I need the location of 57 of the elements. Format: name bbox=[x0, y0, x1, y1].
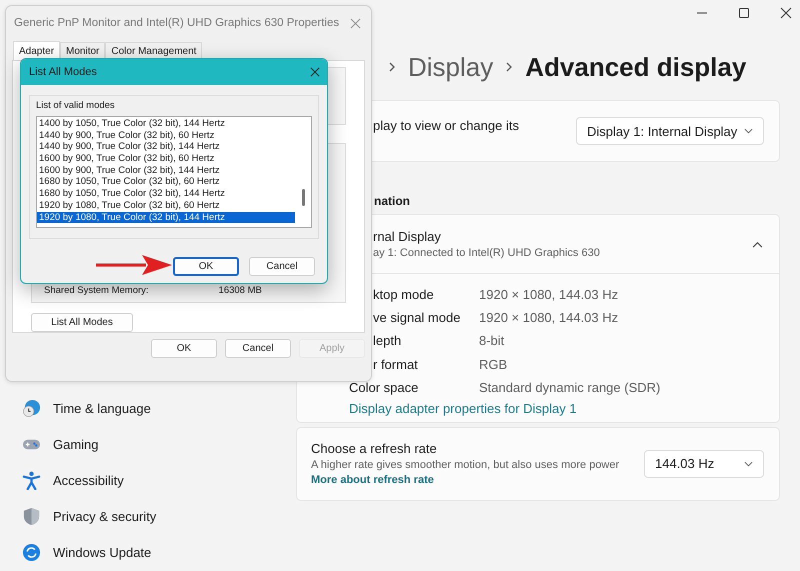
memory-label: Shared System Memory: bbox=[44, 285, 149, 296]
refresh-rate-dropdown[interactable]: 144.03 Hz bbox=[644, 450, 764, 478]
mode-item[interactable]: 1600 by 900, True Color (32 bit), 144 Hertz bbox=[37, 164, 295, 176]
refresh-rate-title: Choose a refresh rate bbox=[311, 441, 437, 456]
adapter-properties-link[interactable]: Display adapter properties for Display 1 bbox=[349, 400, 577, 416]
close-icon[interactable] bbox=[310, 67, 320, 77]
chevron-right-icon bbox=[388, 61, 396, 73]
page-title: Advanced display bbox=[525, 52, 746, 82]
mode-item[interactable]: 1920 by 1080, True Color (32 bit), 60 Hertz bbox=[37, 200, 295, 212]
close-icon[interactable] bbox=[780, 7, 792, 19]
info-value: 1920 × 1080, 144.03 Hz bbox=[479, 310, 618, 326]
info-label: r format bbox=[372, 356, 419, 372]
display-dropdown[interactable]: Display 1: Internal Display bbox=[576, 117, 764, 145]
chevron-down-icon bbox=[744, 460, 753, 467]
sidebar-item[interactable]: Privacy & security bbox=[22, 506, 212, 526]
maximize-icon[interactable] bbox=[738, 7, 750, 19]
sidebar-item[interactable]: Time & language bbox=[22, 398, 212, 418]
mode-item[interactable]: 1440 by 900, True Color (32 bit), 60 Hertz bbox=[37, 130, 295, 142]
info-value: RGB bbox=[479, 356, 508, 372]
info-value: 1920 × 1080, 144.03 Hz bbox=[479, 287, 618, 302]
mode-item[interactable]: 1400 by 1050, True Color (32 bit), 144 Hertz bbox=[37, 118, 295, 130]
mode-item[interactable]: 1920 by 1080, True Color (32 bit), 144 Hertz bbox=[37, 212, 295, 224]
dialog-button[interactable]: Cancel bbox=[249, 257, 315, 276]
breadcrumb-link[interactable]: Display bbox=[408, 52, 494, 82]
person-icon bbox=[22, 470, 41, 490]
list-all-modes-button[interactable]: List All Modes bbox=[31, 313, 133, 332]
info-label: ve signal mode bbox=[372, 310, 462, 326]
dialog-button[interactable]: OK bbox=[151, 339, 217, 358]
chevron-right-icon bbox=[505, 61, 514, 73]
dialog-title: List All Modes bbox=[29, 66, 97, 78]
group-label: List of valid modes bbox=[36, 100, 115, 111]
globe-clock-icon bbox=[22, 398, 41, 418]
mode-item[interactable]: 1680 by 1050, True Color (32 bit), 60 Hertz bbox=[37, 176, 295, 188]
mode-item[interactable]: 1680 by 1050, True Color (32 bit), 144 Hertz bbox=[37, 188, 295, 200]
shield-icon bbox=[22, 506, 41, 526]
select-display-text: play to view or change its bbox=[373, 118, 519, 132]
mode-item[interactable]: 1440 by 900, True Color (32 bit), 144 Hertz bbox=[37, 141, 295, 154]
sidebar-item[interactable]: Accessibility bbox=[22, 470, 212, 490]
scrollbar-thumb[interactable] bbox=[302, 189, 305, 206]
info-value: 8-bit bbox=[479, 333, 504, 348]
info-label: ktop mode bbox=[372, 287, 435, 302]
dialog-button[interactable]: Cancel bbox=[225, 339, 291, 358]
info-label: lepth bbox=[372, 333, 402, 348]
dialog-button[interactable]: OK bbox=[173, 257, 239, 276]
refresh-icon bbox=[22, 542, 41, 562]
dialog-title: Generic PnP Monitor and Intel(R) UHD Graphics 630 Properties bbox=[14, 17, 340, 29]
sidebar-item[interactable]: Gaming bbox=[22, 434, 212, 454]
memory-value: 16308 MB bbox=[218, 285, 262, 296]
mode-item[interactable]: 1600 by 900, True Color (32 bit), 60 Hertz bbox=[37, 153, 295, 165]
section-heading: nation bbox=[374, 194, 410, 210]
refresh-rate-description: A higher rate gives smoother motion, but also uses more power bbox=[311, 459, 620, 472]
info-label: Color space bbox=[349, 380, 420, 395]
sidebar-item[interactable]: Windows Update bbox=[22, 542, 212, 562]
info-value: Standard dynamic range (SDR) bbox=[479, 380, 660, 395]
chevron-down-icon bbox=[744, 128, 753, 134]
modes-listbox[interactable] bbox=[36, 116, 312, 228]
refresh-rate-link[interactable]: More about refresh rate bbox=[311, 474, 434, 486]
